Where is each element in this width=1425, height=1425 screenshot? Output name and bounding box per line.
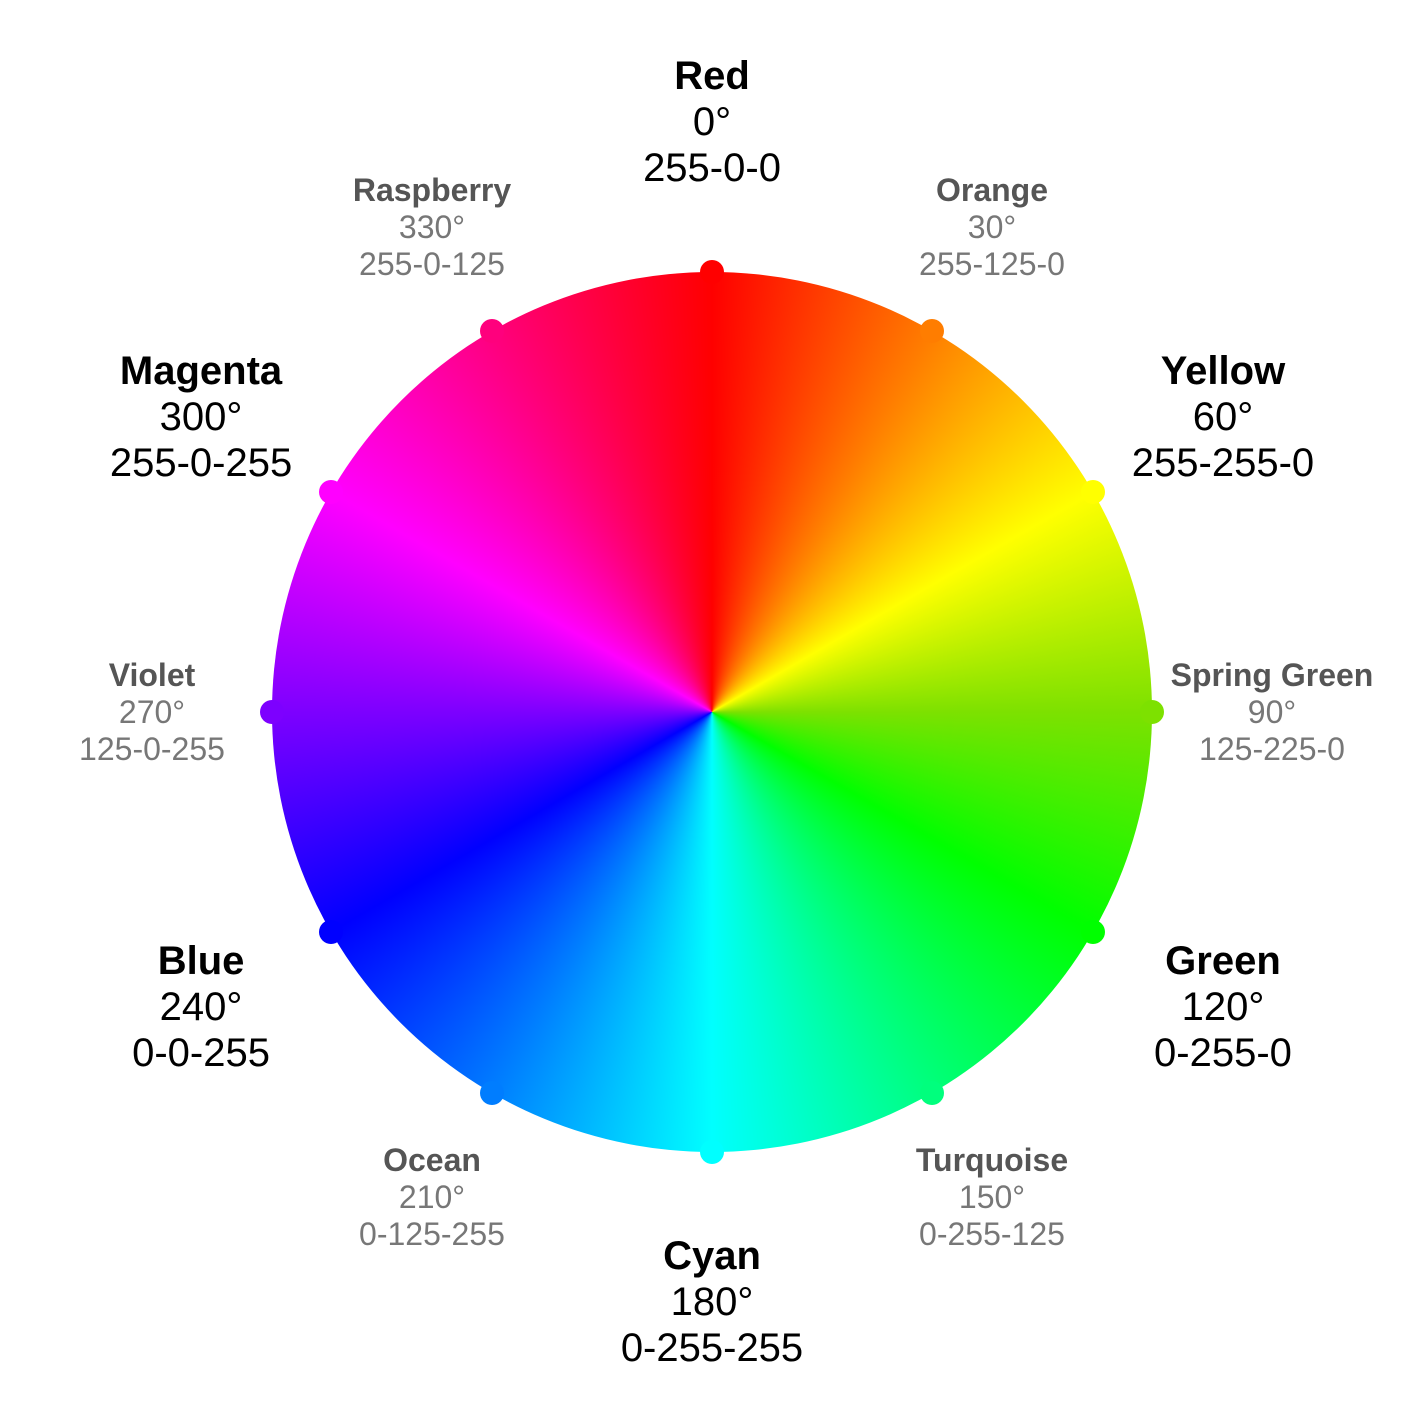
spring-green-dot <box>1140 700 1164 724</box>
color-wheel-diagram: Red0°255-0-0Orange30°255-125-0Yellow60°2… <box>0 0 1425 1425</box>
turquoise-dot <box>920 1081 944 1105</box>
green-name: Green <box>1154 938 1292 984</box>
spring-green-label: Spring Green90°125-225-0 <box>1171 657 1374 767</box>
spring-green-angle: 90° <box>1171 694 1374 731</box>
blue-label: Blue240°0-0-255 <box>132 938 270 1076</box>
cyan-dot <box>700 1140 724 1164</box>
cyan-name: Cyan <box>621 1233 803 1279</box>
yellow-angle: 60° <box>1132 394 1314 440</box>
red-dot <box>700 260 724 284</box>
hue-wheel <box>272 272 1152 1152</box>
green-rgb: 0-255-0 <box>1154 1030 1292 1076</box>
cyan-angle: 180° <box>621 1279 803 1325</box>
green-label: Green120°0-255-0 <box>1154 938 1292 1076</box>
blue-rgb: 0-0-255 <box>132 1030 270 1076</box>
cyan-label: Cyan180°0-255-255 <box>621 1233 803 1371</box>
orange-label: Orange30°255-125-0 <box>919 172 1065 282</box>
violet-name: Violet <box>79 657 225 694</box>
ocean-dot <box>480 1081 504 1105</box>
ocean-name: Ocean <box>359 1142 505 1179</box>
magenta-angle: 300° <box>110 394 292 440</box>
cyan-rgb: 0-255-255 <box>621 1325 803 1371</box>
red-angle: 0° <box>643 99 781 145</box>
turquoise-angle: 150° <box>916 1179 1068 1216</box>
raspberry-angle: 330° <box>353 209 511 246</box>
red-rgb: 255-0-0 <box>643 145 781 191</box>
orange-rgb: 255-125-0 <box>919 245 1065 282</box>
raspberry-label: Raspberry330°255-0-125 <box>353 172 511 282</box>
violet-rgb: 125-0-255 <box>79 730 225 767</box>
raspberry-dot <box>480 319 504 343</box>
green-angle: 120° <box>1154 984 1292 1030</box>
raspberry-rgb: 255-0-125 <box>353 245 511 282</box>
yellow-rgb: 255-255-0 <box>1132 440 1314 486</box>
magenta-name: Magenta <box>110 348 292 394</box>
ocean-label: Ocean210°0-125-255 <box>359 1142 505 1252</box>
violet-label: Violet270°125-0-255 <box>79 657 225 767</box>
red-label: Red0°255-0-0 <box>643 53 781 191</box>
green-dot <box>1081 920 1105 944</box>
magenta-rgb: 255-0-255 <box>110 440 292 486</box>
turquoise-name: Turquoise <box>916 1142 1068 1179</box>
spring-green-rgb: 125-225-0 <box>1171 730 1374 767</box>
yellow-label: Yellow60°255-255-0 <box>1132 348 1314 486</box>
violet-dot <box>260 700 284 724</box>
red-name: Red <box>643 53 781 99</box>
turquoise-label: Turquoise150°0-255-125 <box>916 1142 1068 1252</box>
ocean-angle: 210° <box>359 1179 505 1216</box>
turquoise-rgb: 0-255-125 <box>916 1215 1068 1252</box>
blue-name: Blue <box>132 938 270 984</box>
spring-green-name: Spring Green <box>1171 657 1374 694</box>
magenta-label: Magenta300°255-0-255 <box>110 348 292 486</box>
ocean-rgb: 0-125-255 <box>359 1215 505 1252</box>
orange-name: Orange <box>919 172 1065 209</box>
magenta-dot <box>319 480 343 504</box>
orange-angle: 30° <box>919 209 1065 246</box>
violet-angle: 270° <box>79 694 225 731</box>
orange-dot <box>920 319 944 343</box>
blue-angle: 240° <box>132 984 270 1030</box>
yellow-dot <box>1081 480 1105 504</box>
yellow-name: Yellow <box>1132 348 1314 394</box>
blue-dot <box>319 920 343 944</box>
raspberry-name: Raspberry <box>353 172 511 209</box>
